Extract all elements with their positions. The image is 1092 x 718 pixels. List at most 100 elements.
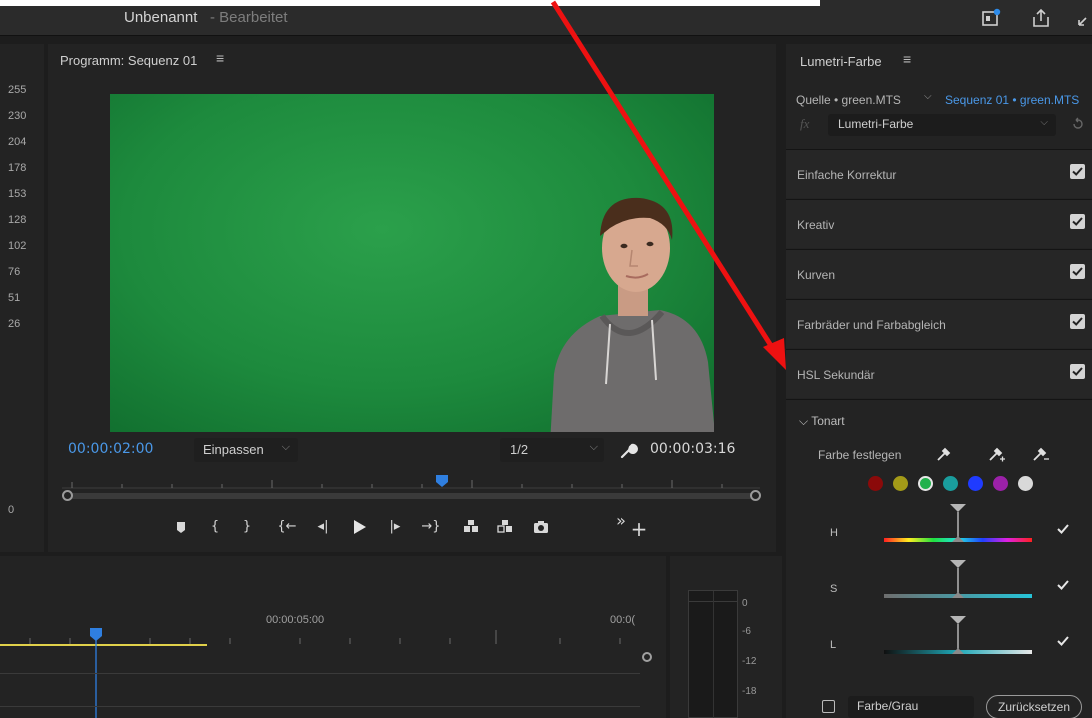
swatch-red[interactable] xyxy=(868,476,883,491)
play-icon[interactable] xyxy=(346,514,372,540)
scrollbar-end-handle[interactable] xyxy=(750,490,761,501)
swatch-green[interactable] xyxy=(918,476,933,491)
tonart-toggle[interactable]: ⌵ Tonart xyxy=(799,414,845,429)
scope-tick: 26 xyxy=(8,318,21,330)
video-frame xyxy=(110,94,714,432)
mark-in-icon[interactable]: { xyxy=(202,514,228,540)
track-divider xyxy=(0,706,640,707)
swatch-yellow[interactable] xyxy=(893,476,908,491)
timeline-time-label: 00:0( xyxy=(610,614,636,626)
scope-tick: 51 xyxy=(8,292,21,304)
section-enable-checkbox[interactable] xyxy=(1070,264,1085,279)
timeline-panel: 00:00:05:00 00:0( xyxy=(0,556,666,718)
go-to-in-icon[interactable]: {← xyxy=(274,514,300,540)
zoom-fit-value: Einpassen xyxy=(203,442,264,457)
scope-tick: 153 xyxy=(8,188,27,200)
hue-range-handle[interactable] xyxy=(946,504,970,550)
scope-tick: 128 xyxy=(8,214,27,226)
saturation-row: S xyxy=(786,560,1092,616)
zoom-fit-dropdown[interactable]: Einpassen ⌵ xyxy=(194,438,298,462)
current-timecode[interactable]: 00:00:02:00 xyxy=(68,441,153,457)
effect-dropdown[interactable]: Lumetri-Farbe ⌵ xyxy=(828,114,1056,136)
chevron-down-icon: ⌵ xyxy=(589,441,598,453)
section-label: Einfache Korrektur xyxy=(797,168,897,182)
share-icon[interactable] xyxy=(1030,7,1052,29)
playback-resolution-dropdown[interactable]: 1/2 ⌵ xyxy=(500,438,604,462)
section-color-wheels[interactable]: Farbräder und Farbabgleich xyxy=(786,299,1092,348)
reset-button[interactable]: Zurücksetzen xyxy=(986,695,1082,718)
saturation-enable-check[interactable] xyxy=(1056,578,1070,592)
swatch-blue[interactable] xyxy=(968,476,983,491)
scope-tick: 102 xyxy=(8,240,27,252)
add-marker-icon[interactable] xyxy=(168,514,194,540)
duration-timecode: 00:00:03:16 xyxy=(650,441,736,457)
meter-level-label: -12 xyxy=(742,656,757,667)
section-label: Kurven xyxy=(797,268,836,282)
document-status: - Bearbeitet xyxy=(210,9,288,26)
eyedropper-icon[interactable] xyxy=(934,444,954,464)
scope-tick: 178 xyxy=(8,162,27,174)
swatch-magenta[interactable] xyxy=(993,476,1008,491)
mark-out-icon[interactable]: } xyxy=(234,514,260,540)
reset-effect-icon[interactable] xyxy=(1070,116,1086,132)
section-hsl-secondary[interactable]: HSL Sekundär xyxy=(786,349,1092,398)
section-label: HSL Sekundär xyxy=(797,368,875,382)
section-enable-checkbox[interactable] xyxy=(1070,214,1085,229)
source-clip-label[interactable]: Quelle • green.MTS xyxy=(796,93,901,107)
swatch-white[interactable] xyxy=(1018,476,1033,491)
section-enable-checkbox[interactable] xyxy=(1070,364,1085,379)
insert-icon[interactable] xyxy=(458,514,484,540)
overwrite-icon[interactable] xyxy=(492,514,518,540)
timeline-scroll-handle[interactable] xyxy=(642,652,652,662)
transport-controls: { } {← ◂| |▸ →} » + xyxy=(168,511,768,542)
lightness-enable-check[interactable] xyxy=(1056,634,1070,648)
zoom-scrollbar[interactable] xyxy=(68,493,754,499)
work-area-bar[interactable] xyxy=(0,644,207,646)
time-ruler[interactable] xyxy=(62,476,760,492)
quick-export-icon[interactable] xyxy=(980,7,1002,29)
add-button-icon[interactable]: + xyxy=(626,516,652,542)
sequence-clip-label[interactable]: Sequenz 01 • green.MTS xyxy=(945,93,1079,107)
section-creative[interactable]: Kreativ xyxy=(786,199,1092,248)
document-title: Unbenannt xyxy=(124,9,198,26)
scope-tick: 204 xyxy=(8,136,27,148)
lightness-range-handle[interactable] xyxy=(946,616,970,662)
color-gray-dropdown[interactable]: Farbe/Grau xyxy=(848,696,974,718)
track-divider xyxy=(0,673,640,674)
hue-enable-check[interactable] xyxy=(1056,522,1070,536)
hue-label: H xyxy=(830,527,838,539)
go-to-out-icon[interactable]: →} xyxy=(418,514,444,540)
section-label: Kreativ xyxy=(797,218,835,232)
scrollbar-start-handle[interactable] xyxy=(62,490,73,501)
section-enable-checkbox[interactable] xyxy=(1070,164,1085,179)
timeline-time-label: 00:00:05:00 xyxy=(266,614,325,626)
saturation-label: S xyxy=(830,583,838,595)
swatch-cyan[interactable] xyxy=(943,476,958,491)
playhead-marker[interactable] xyxy=(435,474,449,488)
saturation-range-handle[interactable] xyxy=(946,560,970,606)
panel-title: Lumetri-Farbe xyxy=(800,54,882,69)
panel-title: Programm: Sequenz 01 xyxy=(60,53,198,68)
set-color-label: Farbe festlegen xyxy=(818,448,902,462)
chevron-down-icon: ⌵ xyxy=(1040,117,1048,128)
color-gray-checkbox[interactable] xyxy=(822,700,835,713)
scope-tick: 76 xyxy=(8,266,21,278)
resolution-value: 1/2 xyxy=(510,442,529,457)
section-enable-checkbox[interactable] xyxy=(1070,314,1085,329)
meter-level-label: -6 xyxy=(742,626,751,637)
fullscreen-icon[interactable] xyxy=(1076,7,1092,29)
step-back-icon[interactable]: ◂| xyxy=(310,514,336,540)
section-basic-correction[interactable]: Einfache Korrektur xyxy=(786,149,1092,198)
camera-icon[interactable] xyxy=(528,514,554,540)
step-forward-icon[interactable]: |▸ xyxy=(382,514,408,540)
wrench-icon[interactable] xyxy=(619,440,639,460)
program-monitor: Programm: Sequenz 01 ≡ 00:00:02:00 Einpa… xyxy=(48,44,776,552)
eyedropper-add-icon[interactable] xyxy=(986,444,1006,464)
eyedropper-remove-icon[interactable] xyxy=(1030,444,1050,464)
panel-menu-icon[interactable]: ≡ xyxy=(903,51,911,67)
chevron-down-icon: ⌵ xyxy=(281,441,290,453)
panel-menu-icon[interactable]: ≡ xyxy=(216,50,224,66)
section-curves[interactable]: Kurven xyxy=(786,249,1092,298)
chevron-down-icon[interactable]: ⌵ xyxy=(924,91,932,102)
person-image xyxy=(550,197,714,432)
